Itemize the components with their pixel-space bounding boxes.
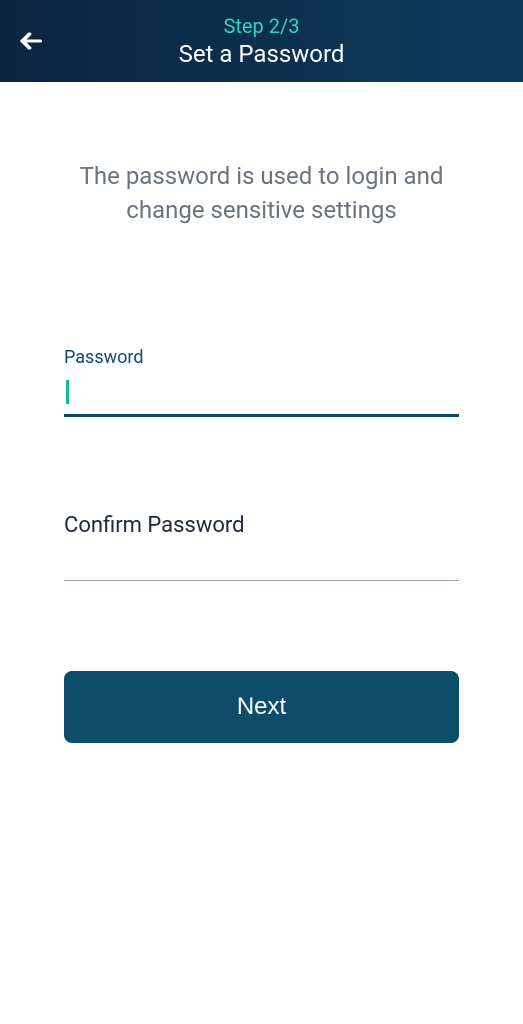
password-field-group: Password [64, 347, 459, 417]
content-area: The password is used to login and change… [0, 82, 523, 743]
header-text-block: Step 2/3 Set a Password [0, 14, 523, 68]
description-text: The password is used to login and change… [64, 160, 459, 227]
password-input-wrapper [64, 376, 459, 417]
back-arrow-icon[interactable] [16, 27, 44, 55]
app-header: Step 2/3 Set a Password [0, 0, 523, 82]
password-input[interactable] [64, 376, 459, 404]
text-cursor [66, 380, 69, 404]
confirm-password-field-group: Confirm Password [64, 513, 459, 581]
confirm-password-input-wrapper [64, 550, 459, 581]
page-title: Set a Password [0, 40, 523, 68]
step-indicator: Step 2/3 [0, 14, 523, 38]
password-label: Password [64, 347, 459, 368]
next-button[interactable]: Next [64, 671, 459, 743]
confirm-password-label: Confirm Password [64, 513, 459, 538]
confirm-password-input[interactable] [64, 550, 459, 578]
